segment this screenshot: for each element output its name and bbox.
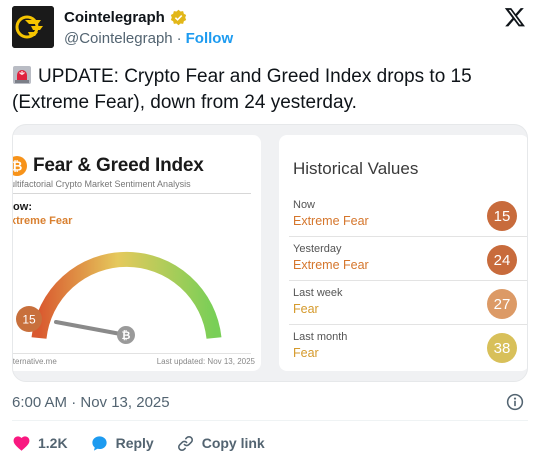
history-value: Fear (293, 346, 319, 360)
tweet-header: Cointelegraph @Cointelegraph · Follow (12, 6, 532, 52)
history-score-badge: 27 (487, 289, 517, 319)
row-divider (289, 324, 527, 325)
follow-button[interactable]: Follow (186, 30, 234, 47)
gauge-needle (54, 320, 128, 337)
account-avatar[interactable] (12, 6, 54, 48)
history-row-now: Now Extreme Fear 15 (289, 199, 527, 243)
now-label: low: (13, 201, 32, 213)
history-label: Last week (293, 287, 343, 299)
tweet-divider (12, 420, 528, 421)
history-score-badge: 24 (487, 245, 517, 275)
x-logo-icon[interactable] (504, 6, 526, 28)
fear-greed-title: Fear & Greed Index (33, 155, 204, 176)
handle-separator: · (176, 30, 182, 47)
history-score-badge: 38 (487, 333, 517, 363)
history-label: Yesterday (293, 243, 342, 255)
reply-bubble-icon (91, 435, 107, 451)
gold-verified-badge-icon (170, 9, 186, 26)
cointelegraph-logo-icon (12, 6, 54, 48)
link-icon (177, 435, 193, 451)
source-text: lternative.me (13, 357, 57, 366)
like-button[interactable]: 1.2K (12, 434, 68, 453)
fear-greed-gauge: ₿ 15 (16, 251, 222, 344)
info-circle-icon[interactable] (506, 393, 524, 411)
copy-link-label: Copy link (201, 435, 265, 451)
historical-values-card: Historical Values Now Extreme Fear 15 Ye… (279, 135, 527, 371)
fear-greed-card: ₿ Fear & Greed Index ultifactorial Crypt… (13, 135, 261, 371)
history-row-last-month: Last month Fear 38 (293, 331, 523, 375)
last-updated-text: Last updated: Nov 13, 2025 (156, 357, 255, 366)
historical-values-title: Historical Values (293, 159, 419, 178)
history-label: Now (293, 199, 316, 211)
history-row-last-week: Last week Fear 27 (289, 287, 527, 331)
footer-divider (13, 353, 251, 354)
like-count: 1.2K (38, 435, 68, 451)
history-value: Fear (293, 302, 319, 316)
history-value: Extreme Fear (293, 258, 369, 272)
gauge-value-text: 15 (22, 313, 36, 327)
fear-greed-subtitle: ultifactorial Crypto Market Sentiment An… (13, 179, 191, 189)
svg-text:₿: ₿ (13, 159, 22, 174)
tweet-text: UPDATE: Crypto Fear and Greed Index drop… (12, 66, 472, 113)
row-divider (289, 236, 527, 237)
history-row-yesterday: Yesterday Extreme Fear 24 (289, 243, 527, 287)
bitcoin-icon: ₿ (13, 156, 27, 176)
history-value: Extreme Fear (293, 214, 369, 228)
reply-label: Reply (115, 435, 154, 451)
heart-icon (13, 435, 30, 451)
title-divider (13, 193, 251, 194)
tweet-body: UPDATE: Crypto Fear and Greed Index drop… (12, 64, 522, 116)
tweet-timestamp[interactable]: 6:00 AM · Nov 13, 2025 (12, 394, 170, 411)
row-divider (289, 280, 527, 281)
account-name[interactable]: Cointelegraph (64, 9, 165, 26)
history-label: Last month (293, 331, 348, 343)
reply-button[interactable]: Reply (90, 434, 154, 453)
history-score-badge: 15 (487, 201, 517, 231)
rotating-light-siren-icon (13, 66, 31, 84)
tweet-media-image[interactable]: ₿ Fear & Greed Index ultifactorial Crypt… (12, 124, 528, 382)
copy-link-button[interactable]: Copy link (176, 434, 265, 453)
svg-text:₿: ₿ (122, 330, 131, 342)
now-value: xtreme Fear (13, 215, 73, 227)
tweet-actions: 1.2K Reply Copy link (12, 432, 287, 454)
account-handle[interactable]: @Cointelegraph (64, 30, 173, 47)
